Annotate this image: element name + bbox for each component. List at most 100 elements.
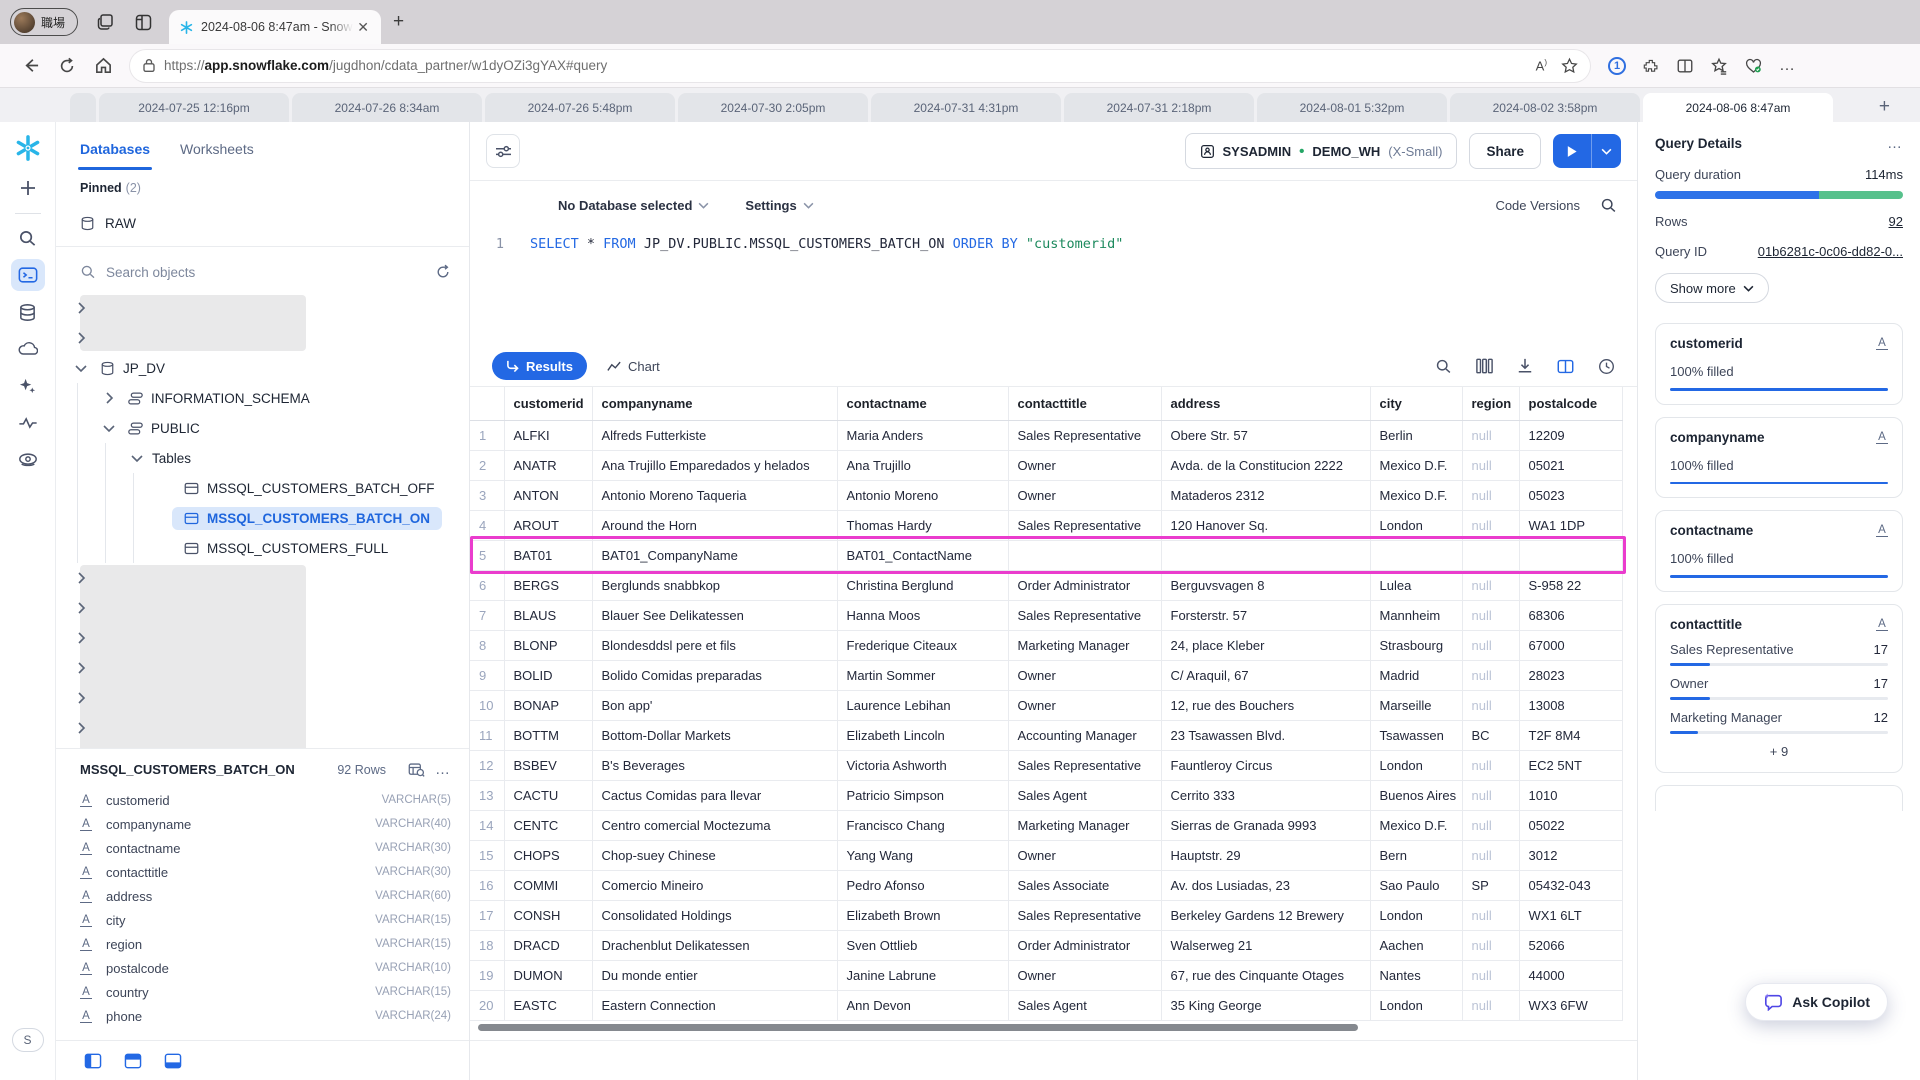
tree-item-redacted[interactable] [56,563,469,593]
table-cell[interactable]: Owner [1008,840,1161,870]
table-cell[interactable]: Frederique Citeaux [837,630,1008,660]
table-cell[interactable]: Av. dos Lusiadas, 23 [1161,870,1370,900]
address-bar[interactable]: https://app.snowflake.com/jugdhon/cdata_… [130,50,1590,82]
table-cell[interactable]: Antonio Moreno Taqueria [592,480,837,510]
rows-link[interactable]: 92 [1889,214,1903,229]
row-number-cell[interactable]: 4 [470,510,504,540]
table-cell[interactable]: WA1 1DP [1519,510,1622,540]
table-header-cell[interactable]: customerid [504,387,592,420]
table-cell[interactable]: null [1462,600,1519,630]
tree-item-redacted[interactable] [56,623,469,653]
table-cell[interactable]: Ann Devon [837,990,1008,1020]
table-cell[interactable]: 23 Tsawassen Blvd. [1161,720,1370,750]
table-header-cell[interactable]: postalcode [1519,387,1622,420]
table-cell[interactable]: Berlin [1370,420,1462,450]
row-number-cell[interactable]: 12 [470,750,504,780]
table-cell[interactable]: Janine Labrune [837,960,1008,990]
browser-profile-button[interactable]: 職場 [10,8,78,36]
table-cell[interactable]: BAT01_ContactName [837,540,1008,570]
refresh-icon[interactable] [58,57,76,75]
details-column-row[interactable]: AcontacttitleVARCHAR(30) [80,860,451,884]
table-cell[interactable]: 12, rue des Bouchers [1161,690,1370,720]
browser-essentials-icon[interactable] [1744,57,1763,75]
settings-menu-icon[interactable]: … [1779,57,1796,75]
rail-governance-icon[interactable] [11,444,45,476]
table-cell[interactable]: Strasbourg [1370,630,1462,660]
table-cell[interactable]: BONAP [504,690,592,720]
table-cell[interactable]: S-958 22 [1519,570,1622,600]
table-row[interactable]: 9BOLIDBolido Comidas preparadasMartin So… [470,660,1622,690]
table-cell[interactable]: 05432-043 [1519,870,1622,900]
table-cell[interactable]: Owner [1008,660,1161,690]
table-cell[interactable]: Owner [1008,690,1161,720]
table-cell[interactable]: 67000 [1519,630,1622,660]
table-cell[interactable]: Martin Sommer [837,660,1008,690]
table-cell[interactable]: Tsawassen [1370,720,1462,750]
table-cell[interactable]: B's Beverages [592,750,837,780]
table-cell[interactable]: Ana Trujillo [837,450,1008,480]
columns-icon[interactable] [1476,358,1493,374]
tree-item-jp_dv[interactable]: JP_DV [56,353,469,383]
query-details-more-icon[interactable]: … [1887,135,1903,152]
tree-item-public[interactable]: PUBLIC [84,413,469,443]
database-selector-dropdown[interactable]: No Database selected [558,198,709,213]
worksheet-options-button[interactable] [486,134,520,168]
table-cell[interactable]: BLAUS [504,600,592,630]
table-cell[interactable]: Blauer See Delikatessen [592,600,837,630]
table-row[interactable]: 8BLONPBlondesddsl pere et filsFrederique… [470,630,1622,660]
table-cell[interactable]: Du monde entier [592,960,837,990]
table-cell[interactable]: Sales Agent [1008,990,1161,1020]
run-options-chevron-icon[interactable] [1592,148,1621,155]
user-avatar[interactable]: S [12,1028,44,1052]
table-cell[interactable]: null [1462,810,1519,840]
table-row[interactable]: 17CONSHConsolidated HoldingsElizabeth Br… [470,900,1622,930]
table-cell[interactable]: WX1 6LT [1519,900,1622,930]
histogram-row[interactable]: Sales Representative17 [1670,642,1888,657]
table-row[interactable]: 13CACTUCactus Comidas para llevarPatrici… [470,780,1622,810]
row-number-cell[interactable]: 13 [470,780,504,810]
table-cell[interactable]: ANTON [504,480,592,510]
table-cell[interactable]: CACTU [504,780,592,810]
histogram-row[interactable]: Marketing Manager12 [1670,710,1888,725]
worksheet-tab[interactable]: 2024-07-30 2:05pm [678,93,868,122]
row-number-cell[interactable]: 16 [470,870,504,900]
table-cell[interactable]: Pedro Afonso [837,870,1008,900]
table-cell[interactable]: Hauptstr. 29 [1161,840,1370,870]
tab-close-icon[interactable]: ✕ [353,19,373,36]
table-cell[interactable]: London [1370,750,1462,780]
table-cell[interactable]: BAT01 [504,540,592,570]
table-cell[interactable]: Elizabeth Brown [837,900,1008,930]
table-cell[interactable]: Chop-suey Chinese [592,840,837,870]
table-header-cell[interactable]: region [1462,387,1519,420]
rail-data-products-icon[interactable] [11,333,45,365]
run-icon[interactable] [1553,145,1591,158]
tree-item-mssql_customers_full[interactable]: MSSQL_CUSTOMERS_FULL [140,533,469,563]
table-cell[interactable]: EC2 5NT [1519,750,1622,780]
table-cell[interactable]: Walserweg 21 [1161,930,1370,960]
table-cell[interactable]: 05021 [1519,450,1622,480]
table-cell[interactable]: CONSH [504,900,592,930]
table-cell[interactable]: null [1462,990,1519,1020]
table-cell[interactable] [1008,540,1161,570]
table-cell[interactable]: Laurence Lebihan [837,690,1008,720]
table-cell[interactable]: Mannheim [1370,600,1462,630]
table-cell[interactable]: null [1462,750,1519,780]
table-row[interactable]: 6BERGSBerglunds snabbkopChristina Berglu… [470,570,1622,600]
table-row[interactable]: 12BSBEVB's BeveragesVictoria AshworthSal… [470,750,1622,780]
worksheet-tab[interactable]: 2024-08-02 3:58pm [1450,93,1640,122]
table-cell[interactable]: Alfreds Futterkiste [592,420,837,450]
table-cell[interactable]: Maria Anders [837,420,1008,450]
table-row[interactable]: 2ANATRAna Trujillo Emparedados y helados… [470,450,1622,480]
table-cell[interactable]: Mexico D.F. [1370,810,1462,840]
row-number-cell[interactable]: 19 [470,960,504,990]
row-number-cell[interactable]: 1 [470,420,504,450]
pinned-item-raw[interactable]: RAW [56,206,469,240]
details-column-row[interactable]: AcustomeridVARCHAR(5) [80,788,451,812]
table-cell[interactable]: 28023 [1519,660,1622,690]
table-cell[interactable]: null [1462,570,1519,600]
table-header-cell[interactable] [470,387,504,420]
table-header-cell[interactable]: companyname [592,387,837,420]
table-cell[interactable]: BC [1462,720,1519,750]
table-cell[interactable]: London [1370,510,1462,540]
table-row[interactable]: 4AROUTAround the HornThomas HardySales R… [470,510,1622,540]
